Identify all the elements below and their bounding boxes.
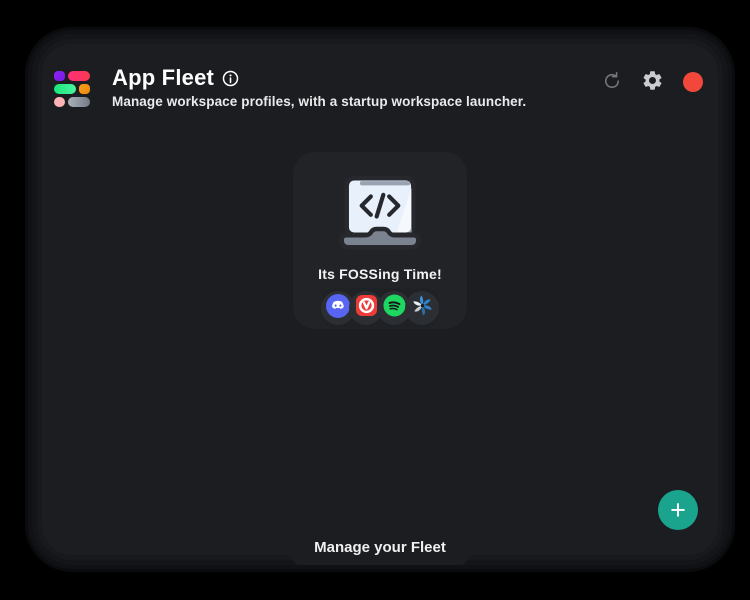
workspace-apps-row [321,288,439,328]
logo-pink-block [68,71,90,81]
shutter-icon [412,295,433,321]
logo-orange-block [79,84,90,94]
refresh-button[interactable] [602,71,622,94]
logo-green-block [54,84,76,94]
refresh-icon [602,71,622,94]
manage-fleet-tab[interactable]: Manage your Fleet [272,537,488,565]
record-button[interactable] [683,72,703,92]
spotify-icon [382,294,406,322]
desktop-background: App Fleet Manage workspace profiles, wit… [0,0,750,600]
gear-icon [641,69,664,95]
workspace-name: Its FOSSing Time! [318,266,442,282]
app-fleet-window: App Fleet Manage workspace profiles, wit… [42,44,718,555]
header-titles: App Fleet Manage workspace profiles, wit… [112,65,526,109]
logo-purple-block [54,71,65,81]
info-icon[interactable] [222,70,239,87]
app-fleet-logo [54,71,90,107]
laptop-code-illustration [330,174,430,259]
workspace-card[interactable]: Its FOSSing Time! [293,152,467,329]
vivaldi-icon [355,294,378,322]
logo-gray-block [68,97,90,107]
settings-button[interactable] [641,69,664,95]
discord-icon [326,293,350,323]
header-actions [602,70,703,94]
app-subtitle: Manage workspace profiles, with a startu… [112,94,527,109]
add-workspace-button[interactable]: + [658,490,698,530]
app-title: App Fleet [112,65,215,90]
logo-rose-block [54,97,65,107]
app-well [405,291,439,325]
